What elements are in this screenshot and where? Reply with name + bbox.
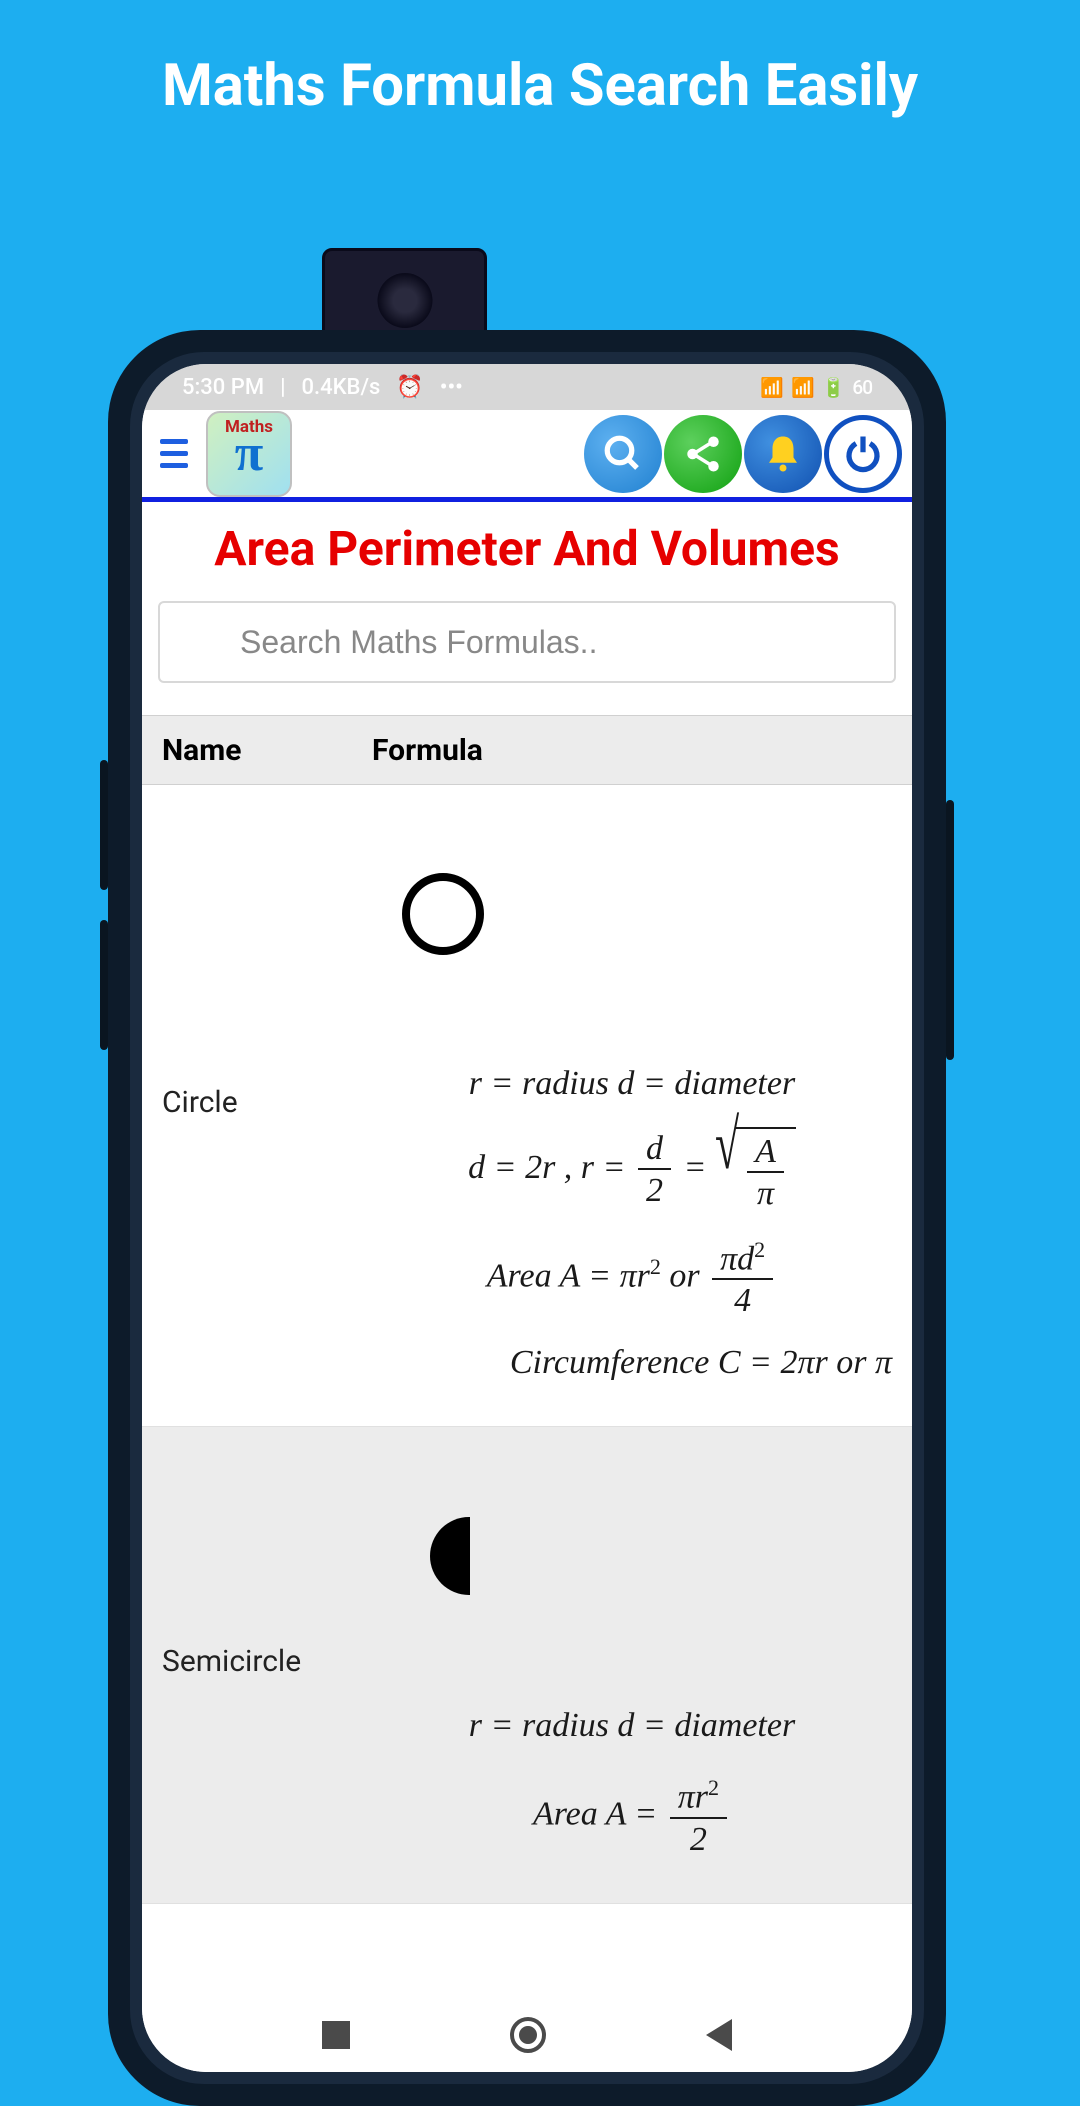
recent-apps-button[interactable] (322, 2021, 350, 2049)
table-header: Name Formula (142, 715, 912, 785)
table-row: Semicircle r = radius d = diameter Area … (142, 1427, 912, 1903)
formula-line: Circumference C = 2πr or π (372, 1344, 892, 1382)
formula-line: d = 2r , r = d2 = √Aπ (372, 1127, 892, 1213)
column-header-name: Name (162, 733, 372, 768)
semicircle-icon (430, 1517, 470, 1595)
table-row: Circle r = radius d = diameter d = 2r , … (142, 785, 912, 1427)
hero-title: Maths Formula Search Easily (0, 0, 1080, 120)
circle-icon (402, 873, 484, 955)
formula-line: Area A = πr2 or πd24 (372, 1237, 892, 1320)
share-button[interactable] (664, 415, 742, 493)
row-formula-cell: r = radius d = diameter d = 2r , r = d2 … (372, 799, 892, 1406)
alarm-icon: ⏰ (396, 375, 423, 400)
home-button[interactable] (510, 2017, 546, 2053)
status-net-speed: 0.4KB/s (302, 375, 381, 400)
phone-volume-down (100, 920, 108, 1050)
phone-power-button (946, 800, 954, 1060)
battery-percent: 60 (852, 376, 872, 399)
power-button[interactable] (824, 415, 902, 493)
page-title: Area Perimeter And Volumes (142, 502, 912, 601)
status-separator: | (280, 375, 285, 400)
formula-line: r = radius d = diameter (372, 1065, 892, 1103)
wifi-icon: 📶 (760, 376, 783, 399)
row-formula-cell: r = radius d = diameter Area A = πr22 (372, 1441, 892, 1882)
status-bar: 5:30 PM | 0.4KB/s ⏰ ••• 📶 📶 🔋 60 (142, 364, 912, 410)
search-input[interactable] (240, 624, 814, 661)
more-icon: ••• (440, 375, 463, 400)
formula-line: r = radius d = diameter (372, 1707, 892, 1745)
search-box[interactable] (158, 601, 896, 683)
phone-screen: 5:30 PM | 0.4KB/s ⏰ ••• 📶 📶 🔋 60 (142, 364, 912, 2072)
row-name-label: Circle (162, 799, 372, 1406)
phone-frame: 5:30 PM | 0.4KB/s ⏰ ••• 📶 📶 🔋 60 (108, 330, 946, 2106)
row-name-label: Semicircle (162, 1441, 372, 1882)
phone-volume-up (100, 760, 108, 890)
signal-icon: 📶 (791, 376, 814, 399)
status-time: 5:30 PM (182, 375, 264, 400)
back-button[interactable] (706, 2019, 732, 2051)
menu-button[interactable] (160, 436, 196, 472)
column-header-formula: Formula (372, 733, 483, 768)
app-logo[interactable]: Maths π (206, 411, 292, 497)
formula-line: Area A = πr22 (372, 1775, 892, 1858)
battery-icon: 🔋 (822, 376, 845, 399)
notification-button[interactable] (744, 415, 822, 493)
android-nav-bar (142, 1998, 912, 2072)
search-button[interactable] (584, 415, 662, 493)
app-header: Maths π (142, 410, 912, 502)
